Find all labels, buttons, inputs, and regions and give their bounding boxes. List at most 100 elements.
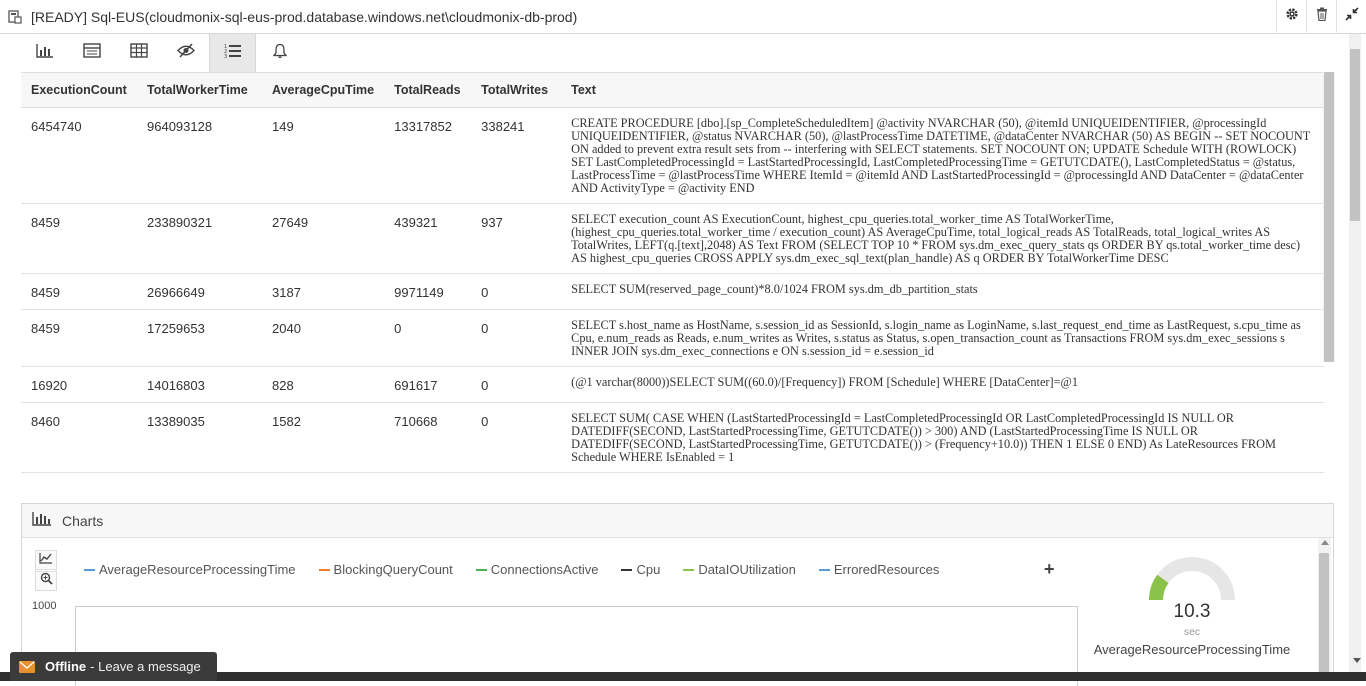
- column-header-totalwrites[interactable]: TotalWrites: [471, 73, 562, 108]
- charts-scrollbar[interactable]: [1318, 538, 1331, 679]
- cell-totalreads: 0: [384, 309, 472, 367]
- legend-label: AverageResourceProcessingTime: [99, 562, 296, 577]
- column-header-totalreads[interactable]: TotalReads: [384, 73, 472, 108]
- chat-message: - Leave a message: [90, 659, 201, 674]
- scroll-up-arrow[interactable]: [1321, 540, 1329, 545]
- legend-item[interactable]: BlockingQueryCount: [318, 562, 453, 577]
- cell-executioncount: 6454740: [21, 107, 137, 204]
- numbered-list-icon: 123: [224, 43, 242, 63]
- legend-label: ErroredResources: [833, 562, 940, 577]
- cell-query-text: SELECT SUM( CASE WHEN (LastStartedProces…: [561, 402, 1324, 473]
- envelope-icon: [19, 660, 35, 673]
- chat-widget-offline[interactable]: Offline - Leave a message: [10, 652, 217, 681]
- charts-scrollbar-thumb[interactable]: [1319, 553, 1329, 679]
- table-row[interactable]: 8459 233890321 27649 439321 937 SELECT e…: [21, 203, 1324, 274]
- charts-title: Charts: [62, 512, 104, 529]
- grid-view-button[interactable]: [115, 34, 162, 72]
- chart-view-button[interactable]: [21, 34, 68, 72]
- page-scrollbar[interactable]: [1349, 34, 1361, 672]
- legend-label: ConnectionsActive: [490, 562, 599, 577]
- column-header-executioncount[interactable]: ExecutionCount: [21, 73, 137, 108]
- charts-panel: Charts AverageResourceProcessingTime Bloc…: [21, 503, 1334, 686]
- table-view-button[interactable]: [68, 34, 115, 72]
- top-queries-view-button[interactable]: 123: [209, 34, 256, 72]
- cell-averagecputime: 3187: [262, 273, 385, 310]
- top-queries-table: ExecutionCount TotalWorkerTime AverageCp…: [21, 73, 1324, 473]
- chart-side-buttons: [35, 550, 57, 592]
- cell-totalreads: 710668: [384, 402, 472, 473]
- cell-averagecputime: 2040: [262, 309, 385, 367]
- table-row[interactable]: 8459 26966649 3187 9971149 0 SELECT SUM(…: [21, 273, 1324, 310]
- cell-executioncount: 8459: [21, 273, 137, 310]
- legend-item[interactable]: ErroredResources: [818, 562, 940, 577]
- window-title: [READY] Sql-EUS(cloudmonix-sql-eus-prod.…: [31, 8, 578, 25]
- legend-swatch: [818, 568, 830, 571]
- view-toolbar: 123: [21, 34, 303, 72]
- cell-query-text: SELECT execution_count AS ExecutionCount…: [561, 203, 1324, 274]
- legend-swatch: [683, 568, 695, 571]
- gauge-fill: [1149, 574, 1169, 601]
- legend-swatch: [318, 568, 330, 571]
- database-icon: [8, 9, 22, 24]
- gauge-dial: [1149, 557, 1235, 601]
- legend-item[interactable]: AverageResourceProcessingTime: [84, 562, 296, 577]
- cell-totalworkertime: 964093128: [137, 107, 262, 204]
- collapse-button[interactable]: [1336, 0, 1366, 34]
- page-scrollbar-thumb[interactable]: [1350, 49, 1360, 221]
- table-row[interactable]: 8459 17259653 2040 0 0 SELECT s.host_nam…: [21, 309, 1324, 367]
- cell-executioncount: 8459: [21, 309, 137, 367]
- bar-chart-icon: [35, 43, 54, 63]
- table-row[interactable]: 16920 14016803 828 691617 0 (@1 varchar(…: [21, 366, 1324, 403]
- cell-query-text: SELECT SUM(reserved_page_count)*8.0/1024…: [561, 273, 1324, 310]
- cell-query-text: (@1 varchar(8000))SELECT SUM((60.0)/[Fre…: [561, 366, 1324, 403]
- hidden-view-button[interactable]: [162, 34, 209, 72]
- zoom-button[interactable]: [35, 571, 57, 591]
- cell-executioncount: 16920: [21, 366, 137, 403]
- svg-text:3: 3: [224, 54, 227, 58]
- cell-executioncount: 8459: [21, 203, 137, 274]
- legend-item[interactable]: ConnectionsActive: [475, 562, 599, 577]
- compress-icon: [1344, 7, 1359, 26]
- chart-legend: AverageResourceProcessingTime BlockingQue…: [84, 562, 962, 577]
- line-chart-button[interactable]: [35, 550, 57, 570]
- gauge-metric-name: AverageResourceProcessingTime: [1093, 642, 1291, 657]
- legend-item[interactable]: Cpu: [621, 562, 660, 577]
- cell-averagecputime: 27649: [262, 203, 385, 274]
- cell-totalworkertime: 17259653: [137, 309, 262, 367]
- cell-totalreads: 691617: [384, 366, 472, 403]
- zoom-in-icon: [40, 572, 53, 590]
- legend-swatch: [84, 568, 95, 571]
- cell-totalreads: 439321: [384, 203, 472, 274]
- delete-button[interactable]: [1306, 0, 1336, 34]
- table-scrollbar-thumb[interactable]: [1324, 72, 1334, 362]
- charts-header[interactable]: Charts: [22, 504, 1333, 538]
- column-header-text[interactable]: Text: [561, 73, 1324, 108]
- table-scrollbar[interactable]: [1323, 72, 1335, 362]
- list-box-icon: [82, 43, 101, 63]
- gear-icon: [1285, 7, 1299, 26]
- gauge-value: 10.3: [1173, 601, 1211, 622]
- cell-totalreads: 13317852: [384, 107, 472, 204]
- table-row[interactable]: 8460 13389035 1582 710668 0 SELECT SUM( …: [21, 402, 1324, 473]
- column-header-totalworkertime[interactable]: TotalWorkerTime: [137, 73, 262, 108]
- column-header-averagecputime[interactable]: AverageCpuTime: [262, 73, 385, 108]
- legend-item[interactable]: DataIOUtilization: [683, 562, 796, 577]
- cell-totalwrites: 0: [471, 273, 562, 310]
- legend-label: BlockingQueryCount: [333, 562, 453, 577]
- chat-status: Offline: [45, 659, 87, 674]
- settings-button[interactable]: [1276, 0, 1306, 34]
- table-header-row: ExecutionCount TotalWorkerTime AverageCp…: [21, 73, 1324, 108]
- alerts-button[interactable]: [256, 34, 303, 72]
- cell-executioncount: 8460: [21, 402, 137, 473]
- cell-totalwrites: 937: [471, 203, 562, 274]
- bell-icon: [272, 43, 288, 64]
- cell-totalwrites: 0: [471, 366, 562, 403]
- cell-query-text: SELECT s.host_name as HostName, s.sessio…: [561, 309, 1324, 367]
- table-row[interactable]: 6454740 964093128 149 13317852 338241 CR…: [21, 107, 1324, 204]
- cell-averagecputime: 149: [262, 107, 385, 204]
- legend-swatch: [621, 568, 633, 571]
- cell-totalwrites: 0: [471, 309, 562, 367]
- add-metric-button[interactable]: +: [1044, 559, 1055, 580]
- page-scroll-down-arrow[interactable]: [1353, 658, 1361, 663]
- cell-totalwrites: 338241: [471, 107, 562, 204]
